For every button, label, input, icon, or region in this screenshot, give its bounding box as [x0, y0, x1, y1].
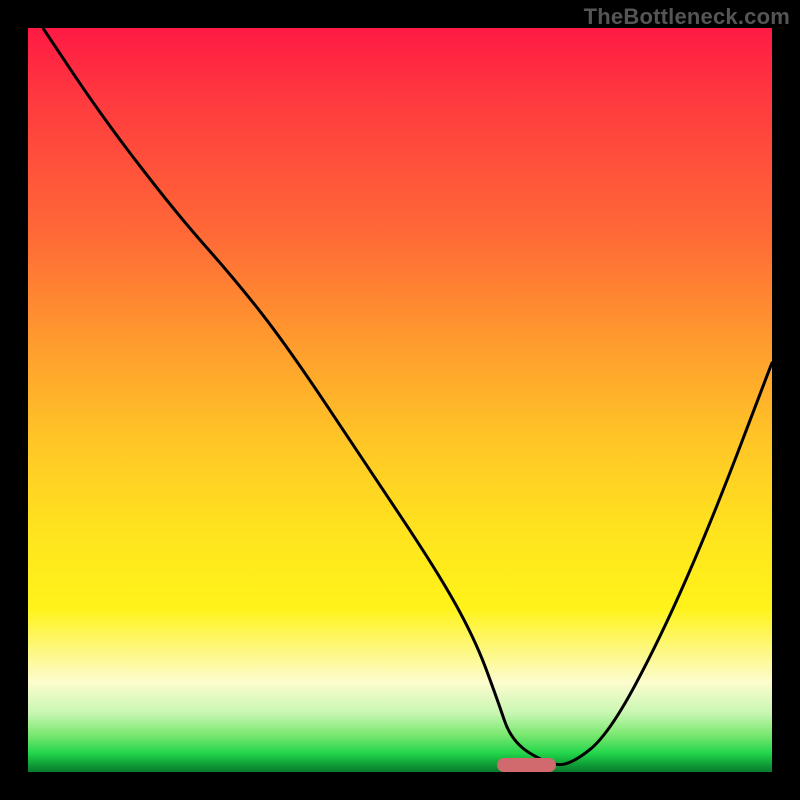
optimal-range-marker	[497, 758, 557, 772]
curve-path	[43, 28, 772, 765]
plot-area	[28, 28, 772, 772]
chart-frame: TheBottleneck.com	[0, 0, 800, 800]
watermark-text: TheBottleneck.com	[584, 4, 790, 30]
bottleneck-curve	[28, 28, 772, 772]
